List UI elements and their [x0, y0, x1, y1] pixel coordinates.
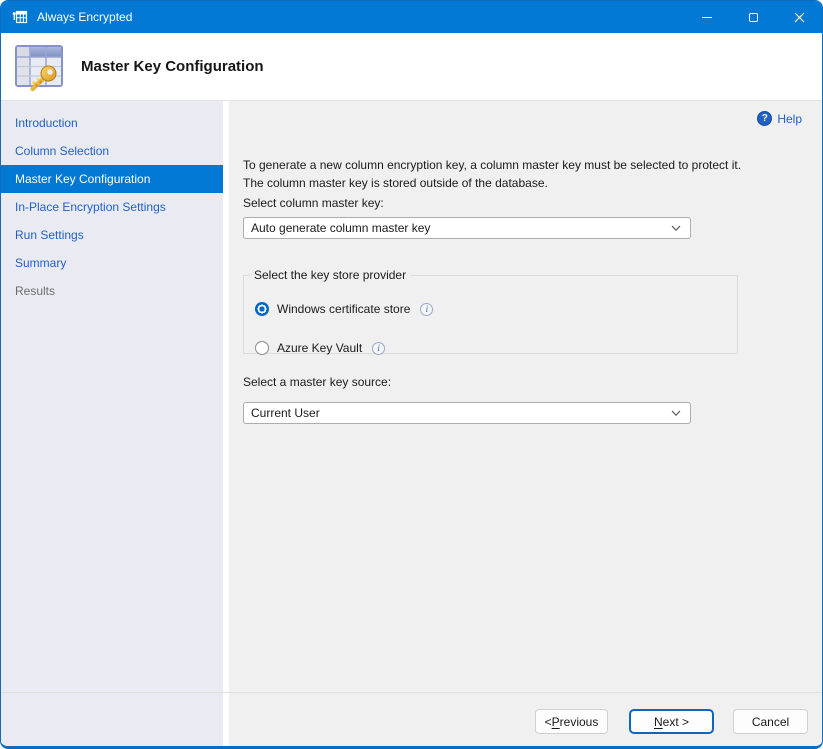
minimize-button[interactable] — [684, 1, 730, 33]
cancel-label: Cancel — [752, 715, 789, 729]
maximize-icon — [749, 13, 758, 22]
master-key-source-value: Current User — [251, 406, 320, 420]
azure-key-vault-label: Azure Key Vault — [277, 341, 362, 355]
minimize-icon — [702, 17, 712, 18]
radio-unselected-icon[interactable] — [255, 341, 269, 355]
main-panel: ? Help To generate a new column encrypti… — [229, 101, 822, 746]
chevron-down-icon — [670, 407, 682, 419]
close-button[interactable] — [776, 1, 822, 33]
close-icon — [794, 12, 805, 23]
sidebar-item-introduction[interactable]: Introduction — [1, 109, 223, 137]
help-label: Help — [777, 112, 802, 126]
table-key-icon — [11, 39, 67, 95]
previous-prefix: < — [545, 715, 552, 729]
wizard-steps-sidebar: Introduction Column Selection Master Key… — [1, 101, 223, 746]
sidebar-item-in-place-encryption-settings[interactable]: In-Place Encryption Settings — [1, 193, 223, 221]
column-master-key-dropdown[interactable]: Auto generate column master key — [243, 217, 691, 239]
next-button[interactable]: Next > — [629, 709, 714, 734]
previous-button[interactable]: < Previous — [535, 709, 608, 734]
sidebar-item-column-selection[interactable]: Column Selection — [1, 137, 223, 165]
title-bar: Always Encrypted — [1, 1, 822, 33]
always-encrypted-wizard-window: Always Encrypted — [0, 0, 823, 749]
sidebar-item-run-settings[interactable]: Run Settings — [1, 221, 223, 249]
maximize-button[interactable] — [730, 1, 776, 33]
column-master-key-label: Select column master key: — [243, 196, 384, 210]
help-link[interactable]: ? Help — [757, 111, 802, 126]
next-accesskey: N — [654, 715, 663, 729]
wizard-body: Introduction Column Selection Master Key… — [1, 101, 822, 746]
app-icon — [12, 9, 28, 25]
sidebar-item-summary[interactable]: Summary — [1, 249, 223, 277]
key-store-provider-legend: Select the key store provider — [250, 268, 410, 282]
footer-separator — [1, 692, 822, 693]
azure-key-vault-option[interactable]: Azure Key Vault i — [255, 341, 385, 355]
master-key-source-dropdown[interactable]: Current User — [243, 402, 691, 424]
page-title: Master Key Configuration — [81, 58, 264, 75]
intro-text: To generate a new column encryption key,… — [243, 156, 765, 192]
sidebar-item-master-key-configuration[interactable]: Master Key Configuration — [1, 165, 223, 193]
column-master-key-value: Auto generate column master key — [251, 221, 430, 235]
sidebar-item-results: Results — [1, 277, 223, 305]
next-rest: ext > — [663, 715, 689, 729]
wizard-header: Master Key Configuration — [1, 33, 822, 101]
info-icon[interactable]: i — [420, 303, 433, 316]
windows-certificate-store-label: Windows certificate store — [277, 302, 410, 316]
radio-selected-icon[interactable] — [255, 302, 269, 316]
cancel-button[interactable]: Cancel — [733, 709, 808, 734]
master-key-source-label: Select a master key source: — [243, 375, 391, 389]
help-icon: ? — [757, 111, 772, 126]
previous-rest: revious — [560, 715, 599, 729]
windows-certificate-store-option[interactable]: Windows certificate store i — [255, 302, 433, 316]
previous-accesskey: P — [552, 715, 560, 729]
key-store-provider-group: Select the key store provider Windows ce… — [243, 268, 738, 354]
info-icon[interactable]: i — [372, 342, 385, 355]
window-title: Always Encrypted — [37, 10, 684, 24]
chevron-down-icon — [670, 222, 682, 234]
